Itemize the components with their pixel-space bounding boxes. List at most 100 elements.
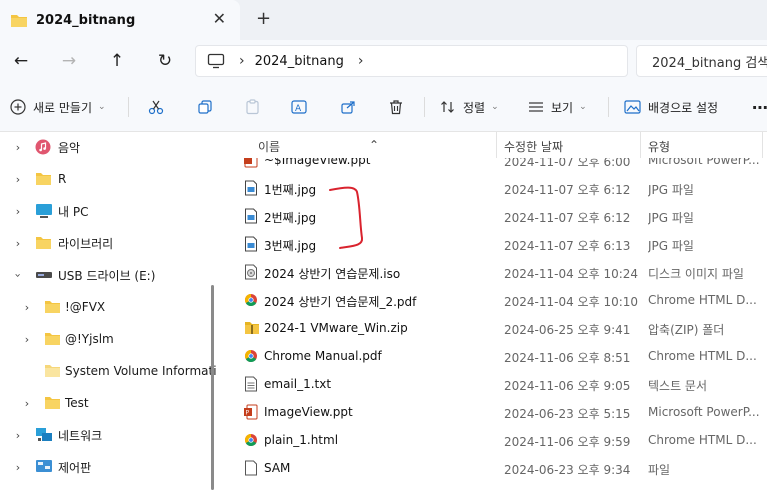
rename-button[interactable]: A	[291, 95, 309, 119]
paste-button[interactable]	[245, 95, 261, 119]
share-icon	[341, 101, 355, 114]
folder-icon	[45, 333, 60, 345]
tab-2024-bitnang[interactable]: 2024_bitnang ✕	[0, 0, 240, 40]
chevron-right-icon[interactable]: ›	[12, 429, 24, 442]
column-header-name[interactable]: 이름	[258, 138, 280, 155]
file-icon	[245, 460, 257, 476]
zip-icon	[245, 322, 259, 334]
music-icon	[35, 139, 51, 155]
sidebar-item-label: 네트워크	[58, 428, 103, 443]
file-type: JPG 파일	[648, 211, 694, 225]
sidebar-item-label: System Volume Information	[65, 364, 216, 378]
file-modified: 2024-11-04 오후 10:24	[504, 267, 639, 281]
table-row[interactable]: Chrome Manual.pdf 2024-11-06 오후 8:51 Chr…	[224, 342, 767, 370]
set-as-background-button[interactable]: 배경으로 설정	[624, 95, 718, 119]
sidebar-item-label: 라이브러리	[58, 236, 114, 251]
sidebar-scrollbar-thumb[interactable]	[211, 285, 214, 490]
chevron-right-icon[interactable]: ›	[12, 237, 24, 250]
toolbar-divider	[424, 97, 425, 117]
file-name: email_1.txt	[264, 377, 332, 391]
cut-button[interactable]	[148, 95, 164, 119]
copy-button[interactable]	[197, 95, 213, 119]
sidebar-item-label: R	[58, 172, 67, 186]
column-header-modified[interactable]: 수정한 날짜	[504, 138, 563, 155]
table-row[interactable]: 3번째.jpg 2024-11-07 오후 6:13 JPG 파일	[224, 230, 767, 258]
rename-icon: A	[291, 100, 307, 114]
folder-icon	[36, 237, 51, 249]
navigation-pane: › 음악 › R › 내 PC › 라이브러리 › USB 드라이브 (E:) …	[0, 132, 216, 493]
ppt-icon: P	[244, 404, 258, 420]
table-row[interactable]: 2024 상반기 연습문제_2.pdf 2024-11-04 오후 10:10 …	[224, 286, 767, 314]
up-arrow-icon[interactable]: ↑	[104, 48, 130, 74]
more-options-button[interactable]: ⋯	[752, 95, 767, 119]
table-row[interactable]: 2024-1 VMware_Win.zip 2024-06-25 오후 9:41…	[224, 314, 767, 342]
chevron-right-icon[interactable]: ›	[12, 141, 24, 154]
sidebar-item-label: Test	[65, 396, 89, 410]
new-tab-button[interactable]: +	[256, 9, 271, 29]
svg-text:P: P	[246, 410, 250, 417]
svg-text:A: A	[295, 104, 302, 114]
file-name: Chrome Manual.pdf	[264, 349, 382, 363]
breadcrumb-item[interactable]: 2024_bitnang	[255, 54, 344, 69]
text-icon	[245, 376, 257, 392]
column-header-type[interactable]: 유형	[648, 138, 670, 155]
table-row[interactable]: 2024 상반기 연습문제.iso 2024-11-04 오후 10:24 디스…	[224, 258, 767, 286]
file-type: Chrome HTML D...	[648, 293, 757, 307]
command-toolbar: 새로 만들기 ⌄ A 정렬 ⌄ 보기 ⌄ 배경으로 설정 ⋯	[0, 82, 767, 132]
table-row[interactable]: 2번째.jpg 2024-11-07 오후 6:12 JPG 파일	[224, 202, 767, 230]
folder-icon	[45, 301, 60, 313]
file-type: JPG 파일	[648, 239, 694, 253]
sidebar-item-label: 제어판	[58, 460, 92, 475]
chevron-down-icon[interactable]: ›	[12, 269, 25, 281]
file-modified: 2024-06-23 오후 5:15	[504, 407, 631, 421]
pc-icon	[36, 204, 52, 218]
file-name: 1번째.jpg	[264, 183, 317, 197]
breadcrumb-separator[interactable]: ›	[358, 53, 364, 69]
chevron-right-icon[interactable]: ›	[12, 461, 24, 474]
table-row[interactable]: 1번째.jpg 2024-11-07 오후 6:12 JPG 파일	[224, 174, 767, 202]
chevron-right-icon[interactable]: ›	[21, 301, 33, 314]
address-bar[interactable]: › 2024_bitnang ›	[195, 45, 628, 77]
search-input[interactable]: 2024_bitnang 검색	[636, 45, 767, 77]
network-icon	[36, 428, 52, 441]
chevron-down-icon: ⌄	[98, 102, 106, 112]
toolbar-divider	[128, 97, 129, 117]
column-divider[interactable]	[762, 132, 763, 158]
table-row[interactable]: P ImageView.ppt 2024-06-23 오후 5:15 Micro…	[224, 398, 767, 426]
chevron-right-icon[interactable]: ›	[21, 397, 33, 410]
monitor-icon	[207, 53, 225, 69]
file-list: ⌃ 이름 수정한 날짜 유형 ~$ImageView.ppt 2024-11-0…	[224, 132, 767, 493]
sidebar-item-label: @!Yjslm	[65, 332, 114, 346]
table-row[interactable]: email_1.txt 2024-11-06 오후 9:05 텍스트 문서	[224, 370, 767, 398]
sidebar-item-label: USB 드라이브 (E:)	[58, 268, 156, 283]
folder-icon	[11, 14, 27, 27]
chevron-right-icon[interactable]: ›	[12, 173, 24, 186]
file-name: 2번째.jpg	[264, 211, 317, 225]
file-type: JPG 파일	[648, 183, 694, 197]
copy-icon	[198, 100, 212, 114]
back-arrow-icon[interactable]: ←	[8, 48, 34, 74]
refresh-icon[interactable]: ↻	[152, 48, 178, 74]
close-tab-icon[interactable]: ✕	[213, 11, 226, 27]
sort-label: 정렬	[463, 100, 486, 115]
table-row[interactable]: SAM 2024-06-23 오후 9:34 파일	[224, 454, 767, 482]
sort-button[interactable]: 정렬 ⌄	[440, 95, 499, 119]
file-type: Chrome HTML D...	[648, 349, 757, 363]
forward-arrow-icon[interactable]: →	[56, 48, 82, 74]
view-button[interactable]: 보기 ⌄	[528, 95, 587, 119]
chevron-down-icon: ⌄	[579, 102, 587, 112]
image-icon	[245, 208, 257, 224]
table-row[interactable]: plain_1.html 2024-11-06 오후 9:59 Chrome H…	[224, 426, 767, 454]
chevron-right-icon[interactable]: ›	[12, 205, 24, 218]
share-button[interactable]	[340, 95, 356, 119]
file-modified: 2024-11-06 오후 9:59	[504, 435, 631, 449]
column-divider[interactable]	[496, 132, 497, 158]
column-divider[interactable]	[640, 132, 641, 158]
new-label: 새로 만들기	[33, 100, 93, 115]
file-type: Chrome HTML D...	[648, 433, 757, 447]
sort-icon	[441, 101, 454, 113]
chevron-right-icon[interactable]: ›	[21, 333, 33, 346]
new-button[interactable]: 새로 만들기 ⌄	[10, 95, 106, 119]
delete-button[interactable]	[388, 95, 404, 119]
file-modified: 2024-11-07 오후 6:12	[504, 183, 631, 197]
